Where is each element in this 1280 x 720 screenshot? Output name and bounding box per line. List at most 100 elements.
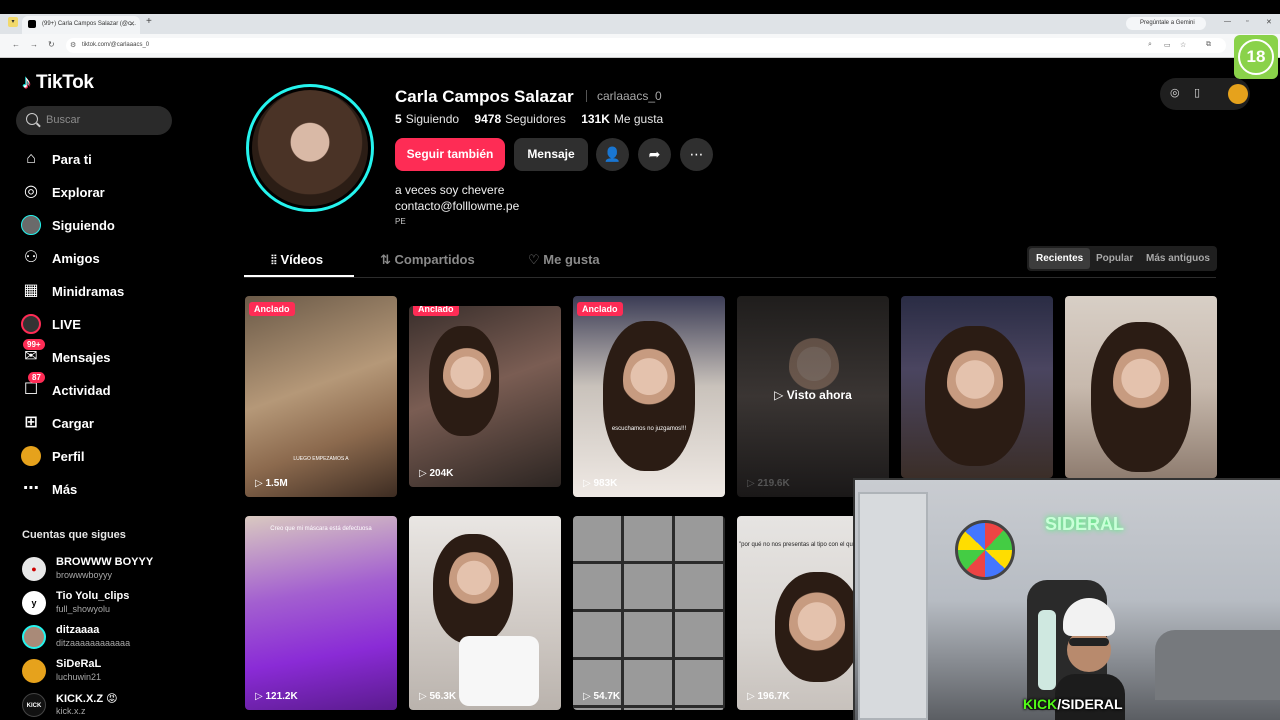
age-rating-badge: 18 bbox=[1234, 35, 1278, 79]
phone-icon[interactable]: ▯ bbox=[1194, 86, 1200, 99]
likes-count: 131K bbox=[581, 112, 610, 126]
sort-popular[interactable]: Popular bbox=[1089, 248, 1140, 269]
video-card[interactable] bbox=[901, 296, 1053, 478]
followed-account[interactable]: ditzaaaa ditzaaaaaaaaaaaa bbox=[22, 623, 222, 651]
following-section-title: Cuentas que sigues bbox=[22, 529, 126, 541]
close-tab-icon[interactable]: ✕ bbox=[129, 20, 135, 28]
watched-now-label: ▷ Visto ahora bbox=[774, 388, 852, 402]
share-icon[interactable]: ➦ bbox=[638, 138, 671, 171]
compass-icon: ◎ bbox=[24, 183, 38, 200]
profile-handle: carlaaacs_0 bbox=[597, 89, 662, 103]
sidebar-item-perfil[interactable]: Perfil bbox=[20, 445, 220, 469]
repost-icon: ⇅ bbox=[380, 252, 395, 267]
browser-tab[interactable]: (99+) Carla Campos Salazar (@c... ✕ bbox=[22, 16, 140, 34]
prize-wheel bbox=[955, 520, 1015, 580]
profile-avatar-large[interactable] bbox=[246, 84, 374, 212]
message-button[interactable]: Mensaje bbox=[514, 138, 588, 171]
bookmark-star-icon[interactable]: ☆ bbox=[1180, 41, 1186, 49]
profile-stats: 5 Siguiendo 9478 Seguidores 131K Me gusta bbox=[395, 112, 663, 126]
forward-icon[interactable]: → bbox=[30, 40, 38, 49]
view-count: ▷ 54.7K bbox=[583, 691, 621, 702]
extensions-icon[interactable]: ⧉ bbox=[1206, 41, 1211, 49]
followers-label[interactable]: Seguidores bbox=[505, 112, 566, 126]
back-icon[interactable]: ← bbox=[12, 40, 20, 49]
bio-link[interactable]: contacto@folllowme.pe bbox=[395, 198, 519, 214]
tab-compartidos[interactable]: ⇅ Compartidos bbox=[380, 252, 475, 268]
sidebar-item-mas[interactable]: ⋯ Más bbox=[20, 478, 220, 502]
sidebar-item-mensajes[interactable]: ✉ 99+ Mensajes bbox=[20, 339, 220, 370]
sort-mas-antiguos[interactable]: Más antiguos bbox=[1139, 248, 1217, 269]
tiktok-note-icon: ♪ bbox=[22, 72, 31, 92]
tiktok-logo[interactable]: ♪ TikTok bbox=[22, 72, 94, 94]
sidebar-item-para-ti[interactable]: ⌂ Para ti bbox=[20, 148, 220, 172]
gemini-button[interactable]: Pregúntale a Gemini bbox=[1126, 17, 1206, 30]
tab-title: (99+) Carla Campos Salazar (@c... bbox=[42, 21, 136, 27]
video-card[interactable]: Anclado escuchamos no juzgamos!!! ▷ 983K bbox=[573, 296, 725, 497]
neon-sign: SIDERAL bbox=[1045, 514, 1125, 534]
tab-search-icon[interactable]: ▾ bbox=[8, 17, 18, 27]
compass-icon[interactable]: ◎ bbox=[1170, 86, 1180, 99]
cast-icon[interactable]: ▭ bbox=[1164, 41, 1171, 49]
view-count: ▷ 56.3K bbox=[419, 691, 457, 702]
new-tab-icon[interactable]: + bbox=[146, 16, 152, 27]
door bbox=[858, 492, 928, 720]
sidebar-item-explorar[interactable]: ◎ Explorar bbox=[20, 181, 220, 205]
url-field[interactable]: tiktok.com/@carlaaacs_0 bbox=[66, 38, 1226, 53]
add-friend-icon[interactable]: 👤 bbox=[596, 138, 629, 171]
window-top-strip bbox=[0, 0, 1280, 14]
likes-label: Me gusta bbox=[613, 112, 664, 126]
video-card[interactable]: Anclado LUEGO EMPEZAMOS A ▷ 1.5M bbox=[245, 296, 397, 497]
minimize-icon[interactable]: — bbox=[1224, 18, 1231, 25]
stream-brand-label: KICK/SIDERAL bbox=[1023, 696, 1123, 712]
microphone bbox=[1038, 610, 1056, 690]
sidebar-item-siguiendo[interactable]: Siguiendo bbox=[20, 214, 220, 238]
view-count: ▷ 204K bbox=[419, 468, 454, 479]
sort-recientes[interactable]: Recientes bbox=[1029, 248, 1091, 269]
close-window-icon[interactable]: ✕ bbox=[1266, 18, 1272, 26]
sort-switcher: Recientes Popular Más antiguos bbox=[1027, 246, 1217, 271]
tab-me-gusta[interactable]: ♡ Me gusta bbox=[528, 252, 600, 268]
following-label[interactable]: Siguiendo bbox=[406, 112, 459, 126]
sidebar-item-amigos[interactable]: ⚇ Amigos bbox=[20, 247, 220, 271]
user-avatar[interactable] bbox=[1228, 84, 1248, 104]
search-icon bbox=[26, 113, 38, 125]
sidebar-item-cargar[interactable]: ⊞ Cargar bbox=[20, 412, 220, 436]
followed-account[interactable]: SiDeRaL luchuwin21 bbox=[22, 657, 222, 685]
profile-bio: a veces soy chevere contacto@folllowme.p… bbox=[395, 182, 519, 214]
site-info-icon[interactable]: ⚙ bbox=[70, 41, 76, 49]
reload-icon[interactable]: ↻ bbox=[48, 40, 55, 49]
tab-videos[interactable]: ⦙⦙ Vídeos bbox=[271, 252, 323, 268]
account-avatar: ● bbox=[22, 557, 46, 581]
sidebar-item-live[interactable]: LIVE bbox=[20, 313, 220, 337]
video-card[interactable]: ▷ 56.3K bbox=[409, 516, 561, 710]
shirt bbox=[459, 636, 539, 706]
maximize-icon[interactable]: ▫ bbox=[1246, 18, 1248, 25]
live-icon bbox=[20, 313, 42, 335]
profile-avatar bbox=[20, 445, 42, 467]
video-card[interactable]: ▷ Visto ahora ▷ 219.6K bbox=[737, 296, 889, 497]
video-card[interactable]: Anclado ▷ 204K bbox=[409, 306, 561, 487]
search-input[interactable]: Buscar bbox=[16, 106, 172, 135]
video-card[interactable]: ▷ 54.7K bbox=[573, 516, 725, 710]
account-avatar bbox=[22, 625, 46, 649]
profile-name: Carla Campos Salazar bbox=[395, 87, 574, 106]
following-count: 5 bbox=[395, 112, 402, 126]
zoom-icon[interactable]: ⌕ bbox=[1148, 41, 1152, 49]
pinned-badge: Anclado bbox=[413, 306, 459, 316]
followed-account[interactable]: KICK KICK.X.Z 😡 kick.x.z bbox=[22, 691, 222, 719]
video-card[interactable]: Creo que mi máscara está defectuosa ▷ 12… bbox=[245, 516, 397, 710]
sidebar-item-actividad[interactable]: ☐ 87 Actividad bbox=[20, 372, 220, 403]
friends-icon: ⚇ bbox=[23, 249, 39, 266]
activity-badge: 87 bbox=[28, 372, 45, 383]
video-card[interactable] bbox=[1065, 296, 1217, 478]
followed-account[interactable]: ● BROWWW BOYYY browwwboyyy bbox=[22, 555, 222, 583]
more-options-icon[interactable]: ⋯ bbox=[680, 138, 713, 171]
bed bbox=[1155, 630, 1280, 700]
active-tab-indicator bbox=[244, 275, 354, 277]
sidebar-item-minidramas[interactable]: ▦ Minidramas bbox=[20, 280, 220, 304]
follow-back-button[interactable]: Seguir también bbox=[395, 138, 505, 171]
tiktok-favicon bbox=[28, 20, 36, 28]
view-count: ▷ 1.5M bbox=[255, 478, 288, 489]
followed-account[interactable]: y Tio Yolu_clips full_showyolu bbox=[22, 589, 222, 617]
profile-photo bbox=[252, 90, 368, 206]
